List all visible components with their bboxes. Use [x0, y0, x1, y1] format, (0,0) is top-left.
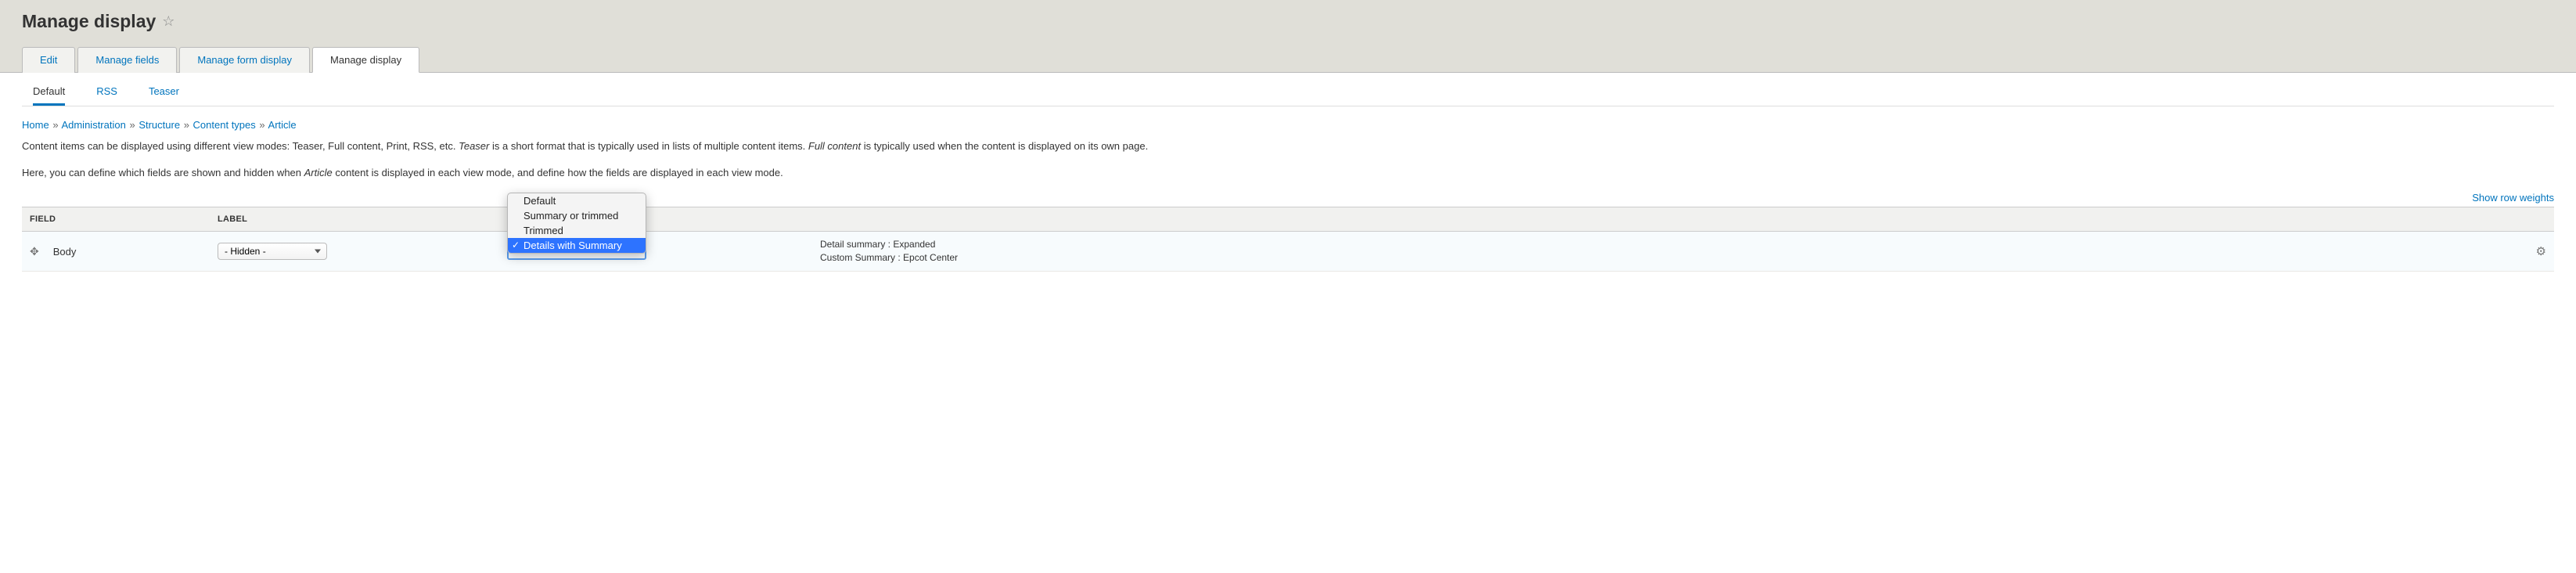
content-region: Default RSS Teaser Home » Administration… [0, 73, 2576, 287]
summary-line: Custom Summary : Epcot Center [820, 251, 2515, 265]
drag-handle-icon[interactable]: ✥ [30, 245, 39, 258]
show-row-weights-link[interactable]: Show row weights [2472, 192, 2554, 204]
intro-em: Teaser [459, 140, 489, 152]
admin-header-region: Manage display ☆ Edit Manage fields Mana… [0, 0, 2576, 73]
primary-tabs: Edit Manage fields Manage form display M… [22, 46, 2554, 72]
intro-text: Here, you can define which fields are sh… [22, 167, 304, 178]
th-label: Label [210, 207, 499, 232]
th-field: Field [22, 207, 210, 232]
format-option-default[interactable]: Default [508, 193, 646, 208]
intro-em: Article [304, 167, 333, 178]
format-dropdown-open: Default Summary or trimmed Trimmed Detai… [507, 193, 646, 254]
intro-paragraph-1: Content items can be displayed using dif… [22, 139, 2554, 154]
intro-paragraph-2: Here, you can define which fields are sh… [22, 165, 2554, 181]
format-option-summary-or-trimmed[interactable]: Summary or trimmed [508, 208, 646, 223]
tab-manage-form-display[interactable]: Manage form display [179, 47, 310, 73]
intro-text: content is displayed in each view mode, … [333, 167, 783, 178]
intro-text: is a short format that is typically used… [489, 140, 808, 152]
intro-text: Content items can be displayed using dif… [22, 140, 459, 152]
table-row: ✥ Body - Hidden - Default S [22, 232, 2554, 272]
breadcrumb-sep: » [129, 119, 135, 131]
intro-em: Full content [808, 140, 861, 152]
th-summary [812, 207, 2523, 232]
row-weights-toggle: Show row weights [22, 192, 2554, 204]
breadcrumb-sep: » [259, 119, 264, 131]
formatter-summary: Detail summary : Expanded Custom Summary… [820, 238, 2515, 265]
subtab-rss[interactable]: RSS [96, 85, 117, 106]
breadcrumb-home[interactable]: Home [22, 119, 49, 131]
table-header-row: Field Label [22, 207, 2554, 232]
field-display-table: Field Label ✥ Body - Hidden - [22, 207, 2554, 272]
breadcrumb-structure[interactable]: Structure [139, 119, 180, 131]
breadcrumb: Home » Administration » Structure » Cont… [22, 119, 2554, 131]
format-cell: Default Summary or trimmed Trimmed Detai… [507, 243, 804, 260]
summary-line: Detail summary : Expanded [820, 238, 2515, 251]
page-title-row: Manage display ☆ [22, 11, 2554, 32]
label-visibility-select[interactable]: - Hidden - [218, 243, 327, 260]
subtab-teaser[interactable]: Teaser [149, 85, 179, 106]
format-option-trimmed[interactable]: Trimmed [508, 223, 646, 238]
secondary-tabs: Default RSS Teaser [22, 73, 2554, 106]
tab-manage-display[interactable]: Manage display [312, 47, 419, 73]
label-select-wrap: - Hidden - [218, 243, 327, 260]
breadcrumb-content-types[interactable]: Content types [193, 119, 256, 131]
breadcrumb-administration[interactable]: Administration [61, 119, 125, 131]
breadcrumb-sep: » [52, 119, 58, 131]
breadcrumb-article[interactable]: Article [268, 119, 297, 131]
tab-manage-fields[interactable]: Manage fields [77, 47, 177, 73]
breadcrumb-sep: » [184, 119, 189, 131]
format-option-details-with-summary[interactable]: Details with Summary [508, 238, 646, 253]
page-title: Manage display [22, 11, 156, 32]
favorite-star-icon[interactable]: ☆ [162, 13, 174, 30]
gear-icon[interactable]: ⚙ [2536, 245, 2546, 258]
tab-edit[interactable]: Edit [22, 47, 75, 73]
field-name-cell: ✥ Body [30, 245, 202, 258]
subtab-default[interactable]: Default [33, 85, 65, 106]
intro-text: is typically used when the content is di… [861, 140, 1148, 152]
th-ops [2523, 207, 2554, 232]
field-name: Body [53, 246, 77, 258]
